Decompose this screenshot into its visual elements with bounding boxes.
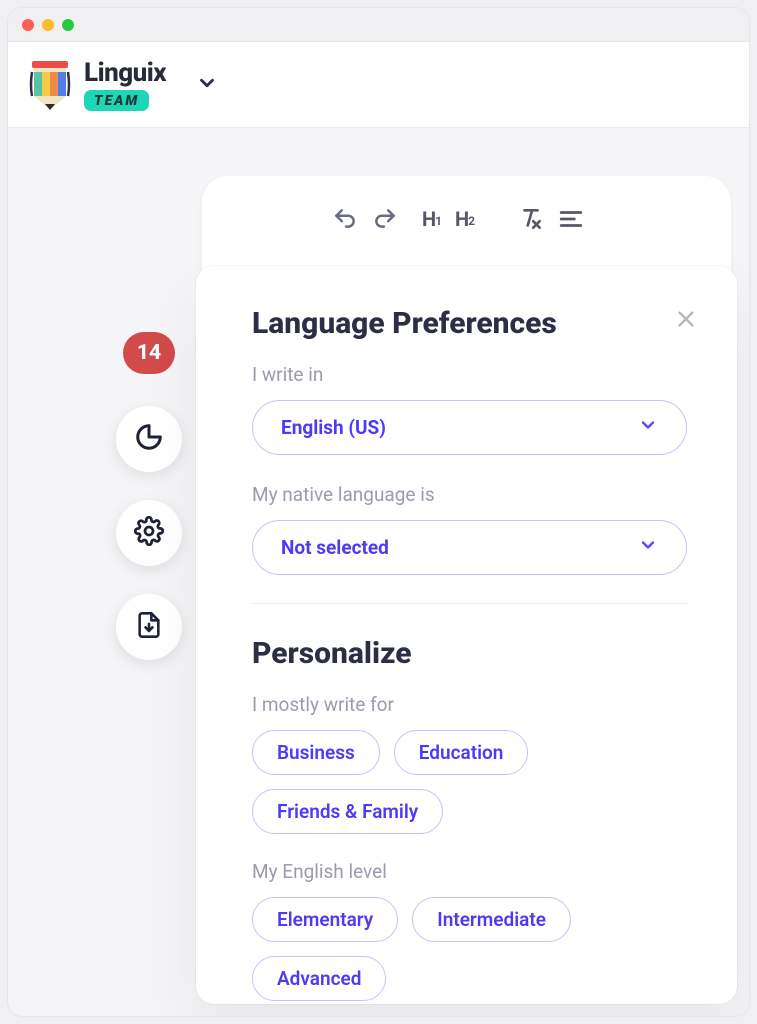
undo-icon[interactable] [332,206,358,232]
window-zoom-dot[interactable] [62,19,74,31]
chevron-down-icon [638,535,658,560]
window-close-dot[interactable] [22,19,34,31]
heading2-button[interactable]: H2 [455,207,474,231]
h1-sub: 1 [435,214,441,228]
chip-business[interactable]: Business [252,730,380,775]
chevron-down-icon [638,415,658,440]
close-icon[interactable] [675,308,697,335]
write-in-value: English (US) [281,416,386,439]
window-minimize-dot[interactable] [42,19,54,31]
chip-advanced[interactable]: Advanced [252,956,386,1001]
stats-button[interactable] [116,406,182,472]
issues-count-badge[interactable]: 14 [123,332,175,374]
level-label: My English level [252,860,687,883]
clear-formatting-icon[interactable] [518,206,544,232]
app-header: Linguix TEAM [8,42,749,128]
brand-name: Linguix [84,58,166,88]
personalize-title: Personalize [252,636,687,671]
redo-icon[interactable] [372,206,398,232]
linguix-logo-icon [28,61,72,109]
h2-sub: 2 [468,214,474,228]
app-window: Linguix TEAM H1 H2 [8,8,749,1016]
pie-chart-icon [134,422,164,456]
section-divider [252,603,687,604]
native-language-label: My native language is [252,483,687,506]
write-for-chips: Business Education Friends & Family [252,730,687,834]
h1-letter: H [422,207,435,231]
side-icon-stack: 14 [116,332,182,660]
header-chevron-down-icon[interactable] [196,72,218,98]
language-preferences-modal: Language Preferences I write in English … [196,266,737,1004]
native-language-value: Not selected [281,536,389,559]
level-chips: Elementary Intermediate Advanced [252,897,687,1001]
chip-friends-family[interactable]: Friends & Family [252,789,443,834]
file-download-icon [135,611,163,643]
write-for-label: I mostly write for [252,693,687,716]
align-left-icon[interactable] [558,206,584,232]
editor-toolbar: H1 H2 [202,176,731,250]
heading1-button[interactable]: H1 [422,207,441,231]
brand-block: Linguix TEAM [84,58,166,111]
chip-education[interactable]: Education [394,730,529,775]
native-language-select[interactable]: Not selected [252,520,687,575]
h2-letter: H [455,207,468,231]
brand-team-badge: TEAM [84,90,149,111]
write-in-select[interactable]: English (US) [252,400,687,455]
gear-icon [134,516,164,550]
download-button[interactable] [116,594,182,660]
chip-intermediate[interactable]: Intermediate [412,897,571,942]
chip-elementary[interactable]: Elementary [252,897,398,942]
mac-titlebar [8,8,749,42]
settings-button[interactable] [116,500,182,566]
write-in-label: I write in [252,363,687,386]
modal-title: Language Preferences [252,306,687,341]
